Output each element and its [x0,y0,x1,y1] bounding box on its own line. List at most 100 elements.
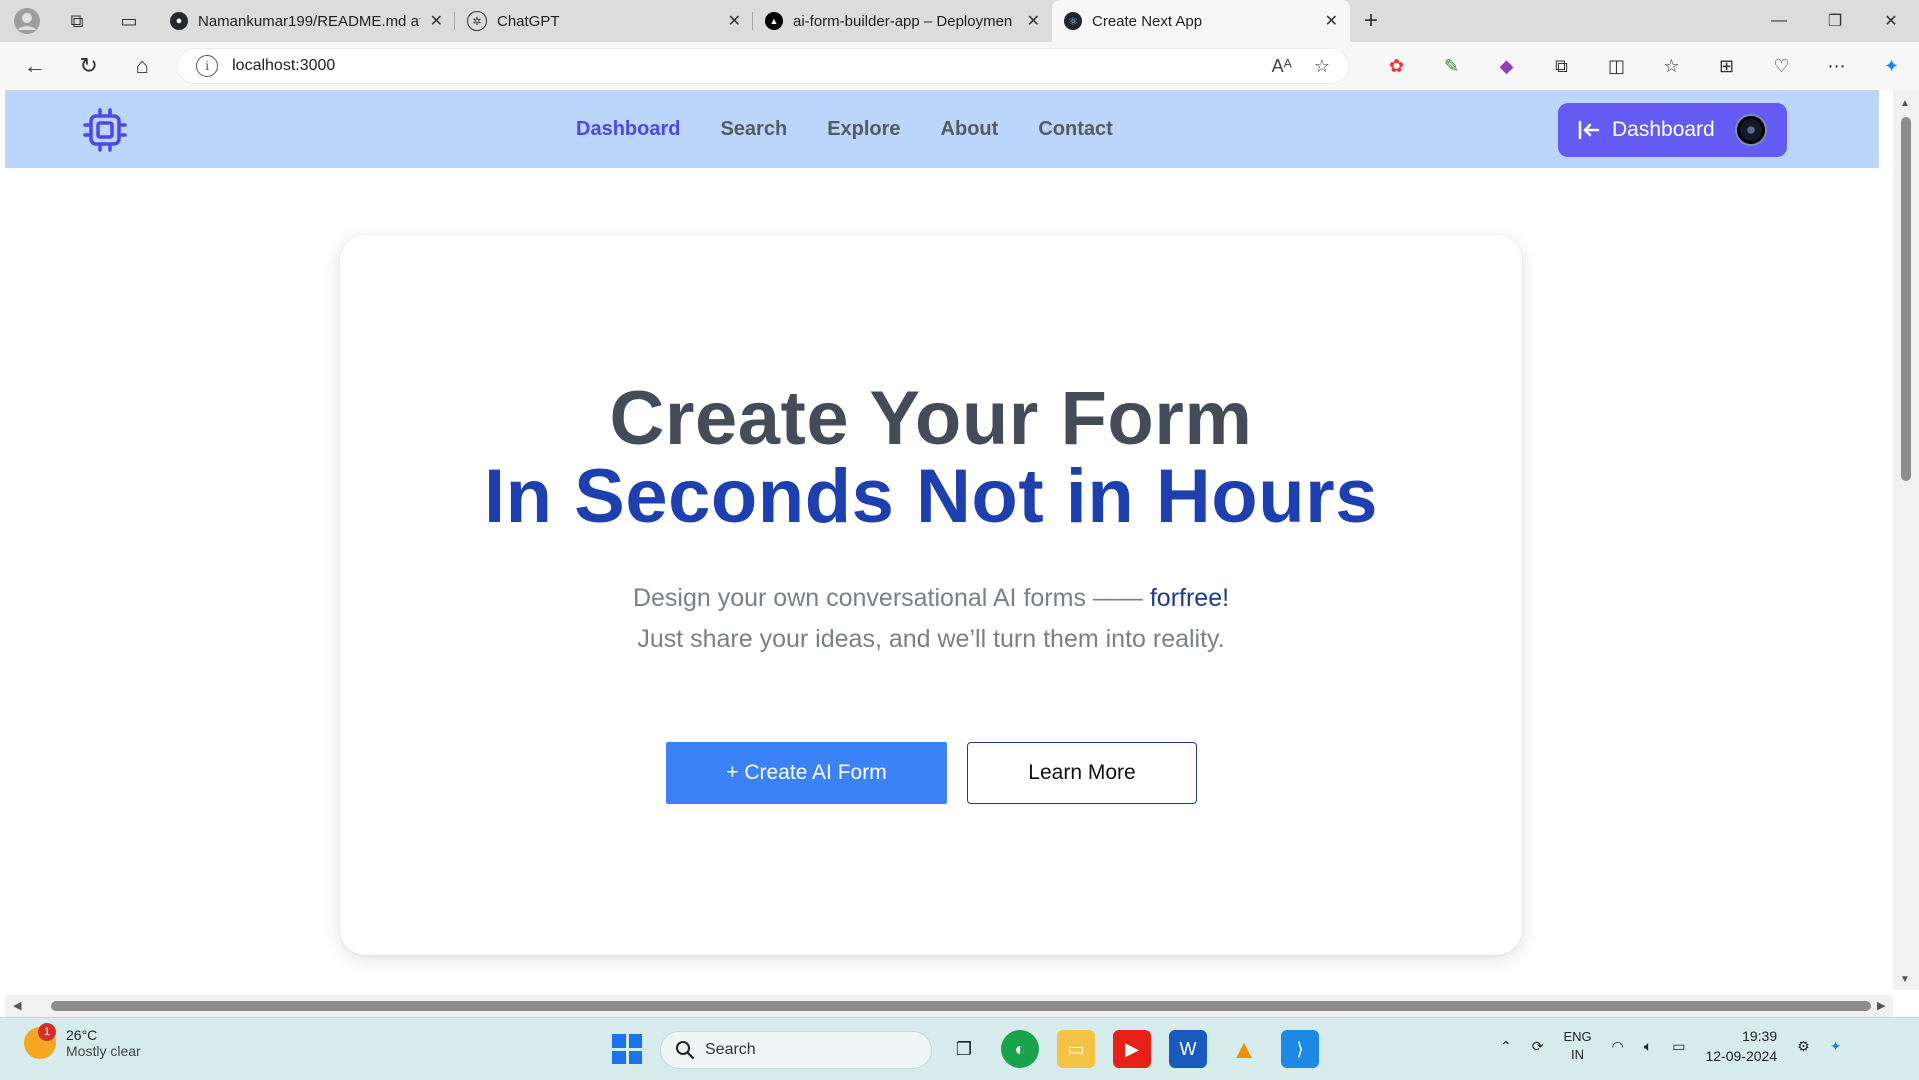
read-aloud-icon[interactable]: Aᴬ [1272,56,1292,77]
nav-link-contact[interactable]: Contact [1038,118,1112,141]
settings-gear-icon[interactable]: ⚙ [1797,1038,1810,1055]
hero-description: Design your own conversational AI forms … [621,578,1241,660]
vercel-icon: ▲ [765,12,783,30]
browser-tab-active[interactable]: ⚛ Create Next App ✕ [1052,0,1350,42]
react-icon: ⚛ [1064,12,1082,30]
profile-icon[interactable] [0,0,54,42]
scroll-right-icon[interactable]: ▶ [1877,999,1885,1012]
url-text: localhost:3000 [232,57,336,74]
collections-icon[interactable]: ⊞ [1699,56,1754,77]
battery-icon[interactable]: ▭ [1672,1038,1685,1055]
scroll-down-icon[interactable]: ▼ [1900,974,1910,985]
hero-desc-highlight: forfree! [1149,584,1230,612]
browser-tab[interactable]: ▲ ai-form-builder-app – Deploymen ✕ [753,0,1052,42]
more-menu-icon[interactable]: ⋯ [1809,56,1864,77]
close-tab-icon[interactable]: ✕ [728,11,741,31]
taskbar-search-label: Search [705,1041,756,1058]
hero-desc-part2: Just share your ideas, and we’ll turn th… [637,625,1225,653]
language-indicator[interactable]: ENG IN [1563,1028,1591,1064]
github-icon: ● [170,12,188,30]
site-info-icon[interactable]: i [196,55,219,77]
system-tray: ⌃ ⟳ ENG IN ◠ 🔈︎ ▭ 19:39 12-09-2024 ⚙ ✦ [1500,1026,1841,1066]
browser-tab[interactable]: ✲ ChatGPT ✕ [455,0,753,42]
learn-more-button[interactable]: Learn More [967,742,1197,804]
copilot-taskbar-icon[interactable]: ✦ [1830,1038,1842,1055]
extensions-icon[interactable]: ⧉ [1534,56,1589,77]
nav-link-dashboard[interactable]: Dashboard [576,118,680,141]
nav-links: Dashboard Search Explore About Contact [576,90,1113,168]
youtube-icon[interactable]: ▶ [1113,1030,1151,1068]
close-tab-icon[interactable]: ✕ [1027,11,1040,31]
vertical-scroll-thumb[interactable] [1901,117,1911,481]
lang-line2: IN [1571,1047,1585,1062]
clock-date: 12-09-2024 [1705,1048,1778,1064]
new-tab-icon[interactable]: + [1350,0,1392,42]
tray-overflow-icon[interactable]: ⌃ [1500,1038,1512,1055]
color-extension-icon[interactable]: ✿ [1369,56,1424,77]
tab-title: ai-form-builder-app – Deploymen [793,12,1013,30]
chip-logo-icon[interactable] [83,108,127,152]
nav-link-explore[interactable]: Explore [827,118,900,141]
home-icon[interactable]: ⌂ [115,42,169,90]
vertical-tabs-icon[interactable]: ▭ [100,0,158,42]
taskbar-apps: ❐ ◐ ▭ ▶ W ▲ ⟩ [945,1030,1319,1068]
address-input[interactable]: i localhost:3000 Aᴬ ☆ [177,48,1349,84]
back-icon[interactable]: ← [8,42,62,90]
word-icon[interactable]: W [1169,1030,1207,1068]
pen-extension-icon[interactable]: ✎ [1424,56,1479,77]
restore-icon[interactable]: ❐ [1807,0,1863,42]
scroll-left-icon[interactable]: ◀ [13,999,21,1012]
minimize-icon[interactable]: — [1751,0,1807,42]
horizontal-scrollbar[interactable]: ◀ ▶ [5,995,1893,1017]
wifi-icon[interactable]: ◠ [1612,1038,1624,1055]
task-view-icon[interactable]: ❐ [945,1030,983,1068]
windows-start-icon[interactable] [612,1034,642,1064]
clock[interactable]: 19:39 12-09-2024 [1706,1026,1778,1066]
vertical-scrollbar[interactable]: ▲ ▼ [1893,90,1919,990]
close-tab-icon[interactable]: ✕ [430,11,443,31]
nav-link-about[interactable]: About [941,118,999,141]
close-tab-icon[interactable]: ✕ [1325,11,1338,31]
purple-extension-icon[interactable]: ◆ [1479,56,1534,77]
browser-tab[interactable]: ● Namankumar199/README.md at ✕ [158,0,455,42]
weather-desc: Mostly clear [66,1043,141,1059]
hero-title-line2: In Seconds Not in Hours [484,454,1378,539]
extensions-toolbar: ✿ ✎ ◆ ⧉ ◫ ☆ ⊞ ♡ ⋯ ✦ [1369,56,1919,77]
create-ai-form-button[interactable]: + Create AI Form [666,742,947,804]
tab-title: Namankumar199/README.md at [198,12,420,30]
search-icon [676,1041,695,1060]
weather-temp: 26°C [66,1027,98,1043]
taskbar: 1 26°C Mostly clear Search ❐ ◐ ▭ ▶ W ▲ ⟩… [0,1017,1919,1080]
horizontal-scroll-thumb[interactable] [51,1001,1871,1011]
close-window-icon[interactable]: ✕ [1863,0,1919,42]
scroll-up-icon[interactable]: ▲ [1900,98,1910,109]
weather-widget[interactable]: 1 26°C Mostly clear [24,1023,141,1059]
site-navbar: Dashboard Search Explore About Contact D… [5,90,1879,168]
favorites-icon[interactable]: ☆ [1644,56,1699,77]
volume-icon[interactable]: 🔈︎ [1644,1038,1652,1055]
browser-essentials-icon[interactable]: ♡ [1754,56,1809,77]
split-screen-icon[interactable]: ◫ [1589,56,1644,77]
taskbar-search[interactable]: Search [660,1031,932,1069]
user-avatar[interactable] [1735,114,1767,146]
file-explorer-icon[interactable]: ▭ [1057,1030,1095,1068]
dashboard-button-label: Dashboard [1612,118,1715,141]
lang-line1: ENG [1563,1029,1592,1044]
arrow-left-to-line-icon [1578,120,1600,140]
openai-icon: ✲ [467,11,487,31]
refresh-icon[interactable]: ↻ [62,42,116,90]
edge-icon[interactable]: ◐ [1001,1030,1039,1068]
favorite-star-icon[interactable]: ☆ [1314,56,1330,77]
copilot-icon[interactable]: ✦ [1864,56,1919,77]
hero-card: Create Your Form In Seconds Not in Hours… [340,235,1522,955]
weather-icon: 1 [24,1023,56,1059]
workspaces-icon[interactable]: ⧉ [54,0,100,42]
sync-icon[interactable]: ⟳ [1532,1038,1544,1055]
nav-link-search[interactable]: Search [720,118,787,141]
dashboard-button[interactable]: Dashboard [1558,103,1787,157]
notification-badge: 1 [38,1023,56,1041]
browser-tab-strip: ⧉ ▭ ● Namankumar199/README.md at ✕ ✲ Cha… [0,0,1919,42]
vscode-icon[interactable]: ⟩ [1281,1030,1319,1068]
vlc-icon[interactable]: ▲ [1225,1030,1263,1068]
clock-time: 19:39 [1742,1028,1778,1044]
